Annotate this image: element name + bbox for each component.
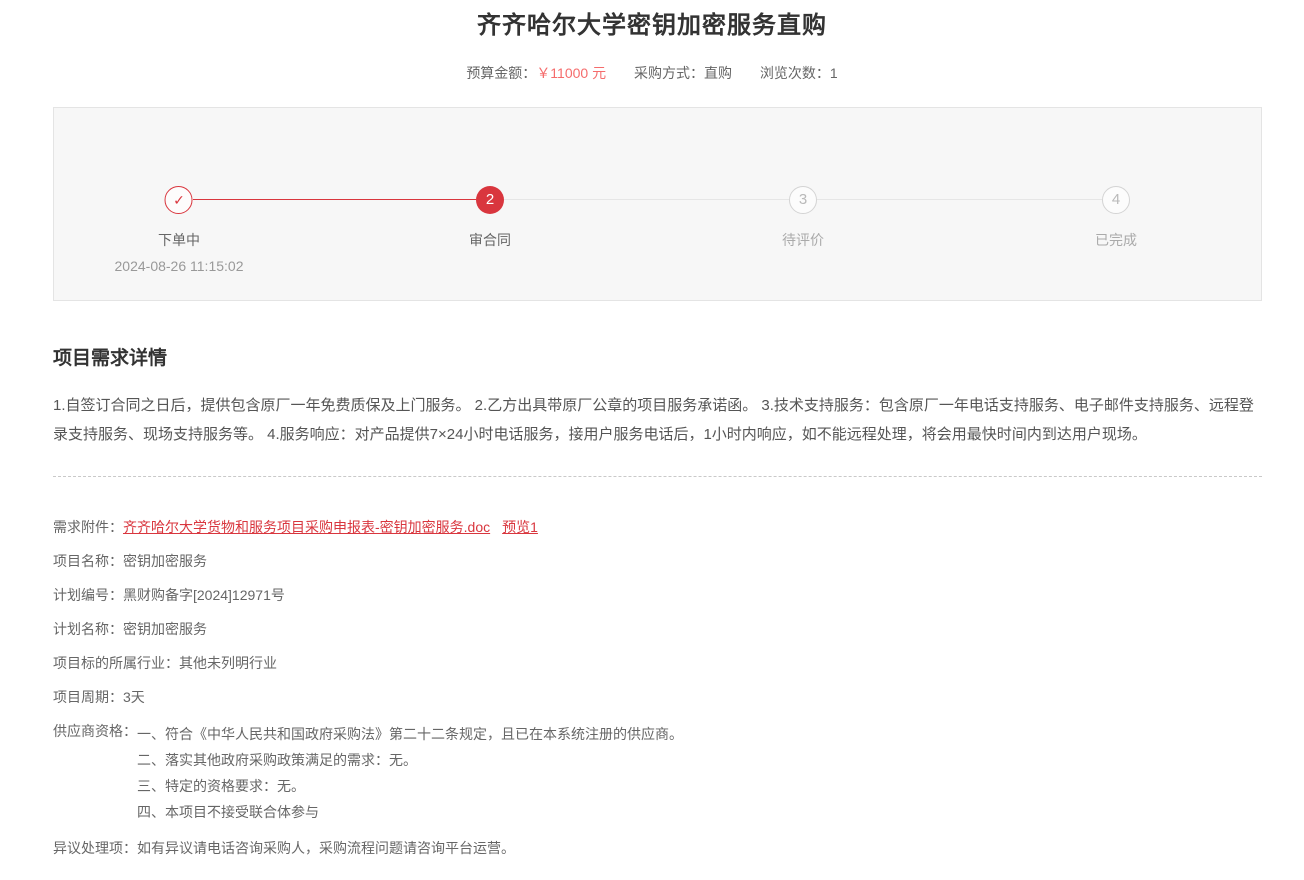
section-heading: 项目需求详情 [53, 343, 1262, 370]
step-number: 2 [476, 186, 504, 214]
attachment-preview-link[interactable]: 预览1 [502, 519, 538, 535]
industry-row: 项目标的所属行业：其他未列明行业 [53, 653, 1262, 674]
supplier-line: 三、特定的资格要求：无。 [137, 773, 683, 799]
industry-value: 其他未列明行业 [179, 655, 277, 671]
plan-number-row: 计划编号：黑财购备字[2024]12971号 [53, 585, 1262, 606]
stepper-connector-pending [504, 199, 789, 200]
plan-name-value: 密钥加密服务 [123, 621, 207, 637]
view-count-label: 浏览次数： [760, 65, 830, 81]
budget-value: ￥11000 元 [536, 65, 606, 81]
industry-label: 项目标的所属行业： [53, 655, 179, 671]
duration-value: 3天 [123, 689, 145, 705]
supplier-qualification-row: 供应商资格： 一、符合《中华人民共和国政府采购法》第二十二条规定，且已在本系统注… [53, 721, 1262, 825]
step-label: 待评价 [782, 230, 824, 250]
step-label: 审合同 [469, 230, 511, 250]
duration-label: 项目周期： [53, 689, 123, 705]
step-completed: 4 已完成 [1095, 186, 1137, 250]
supplier-line: 一、符合《中华人民共和国政府采购法》第二十二条规定，且已在本系统注册的供应商。 [137, 721, 683, 747]
requirements-paragraph: 1.自签订合同之日后，提供包含原厂一年免费质保及上门服务。 2.乙方出具带原厂公… [53, 391, 1262, 449]
purchase-method-group: 采购方式：直购 [634, 65, 732, 81]
progress-stepper: ✓ 下单中 2024-08-26 11:15:02 2 审合同 3 待评价 4 … [53, 107, 1262, 301]
detail-list: 需求附件：齐齐哈尔大学货物和服务项目采购申报表-密钥加密服务.doc 预览1 项目… [53, 517, 1262, 859]
stepper-connector-pending [817, 199, 1102, 200]
purchase-method-value: 直购 [704, 65, 732, 81]
project-name-label: 项目名称： [53, 553, 123, 569]
budget-group: 预算金额：￥11000 元 [466, 65, 606, 81]
step-number: 3 [789, 186, 817, 214]
dispute-handling-value: 如有异议请电话咨询采购人，采购流程问题请咨询平台运营。 [137, 840, 515, 856]
step-timestamp: 2024-08-26 11:15:02 [115, 258, 244, 274]
project-name-row: 项目名称：密钥加密服务 [53, 551, 1262, 572]
check-icon: ✓ [165, 186, 193, 214]
step-number: 4 [1102, 186, 1130, 214]
page-title: 齐齐哈尔大学密钥加密服务直购 [0, 0, 1304, 40]
budget-label: 预算金额： [466, 65, 536, 81]
view-count-value: 1 [830, 65, 838, 81]
procurement-detail-page: 齐齐哈尔大学密钥加密服务直购 预算金额：￥11000 元 采购方式：直购 浏览次… [0, 0, 1304, 880]
supplier-qualification-label: 供应商资格： [53, 721, 137, 825]
plan-name-label: 计划名称： [53, 621, 123, 637]
plan-number-label: 计划编号： [53, 587, 123, 603]
header-meta: 预算金额：￥11000 元 采购方式：直购 浏览次数：1 [0, 63, 1304, 83]
step-order-placed: ✓ 下单中 2024-08-26 11:15:02 [115, 186, 244, 274]
plan-name-row: 计划名称：密钥加密服务 [53, 619, 1262, 640]
step-label: 已完成 [1095, 230, 1137, 250]
view-count-group: 浏览次数：1 [760, 65, 838, 81]
attachment-row: 需求附件：齐齐哈尔大学货物和服务项目采购申报表-密钥加密服务.doc 预览1 [53, 517, 1262, 538]
step-label: 下单中 [115, 230, 244, 250]
attachment-label: 需求附件： [53, 519, 123, 535]
supplier-qualification-lines: 一、符合《中华人民共和国政府采购法》第二十二条规定，且已在本系统注册的供应商。 … [137, 721, 683, 825]
supplier-line: 四、本项目不接受联合体参与 [137, 799, 683, 825]
project-name-value: 密钥加密服务 [123, 553, 207, 569]
supplier-line: 二、落实其他政府采购政策满足的需求：无。 [137, 747, 683, 773]
dispute-handling-label: 异议处理项： [53, 840, 137, 856]
step-pending-review: 3 待评价 [782, 186, 824, 250]
purchase-method-label: 采购方式： [634, 65, 704, 81]
dispute-handling-row: 异议处理项：如有异议请电话咨询采购人，采购流程问题请咨询平台运营。 [53, 838, 1262, 859]
step-contract-review: 2 审合同 [469, 186, 511, 250]
attachment-doc-link[interactable]: 齐齐哈尔大学货物和服务项目采购申报表-密钥加密服务.doc [123, 519, 490, 535]
plan-number-value: 黑财购备字[2024]12971号 [123, 587, 285, 603]
dashed-divider [53, 476, 1262, 477]
duration-row: 项目周期：3天 [53, 687, 1262, 708]
requirements-section: 项目需求详情 1.自签订合同之日后，提供包含原厂一年免费质保及上门服务。 2.乙… [53, 343, 1262, 859]
